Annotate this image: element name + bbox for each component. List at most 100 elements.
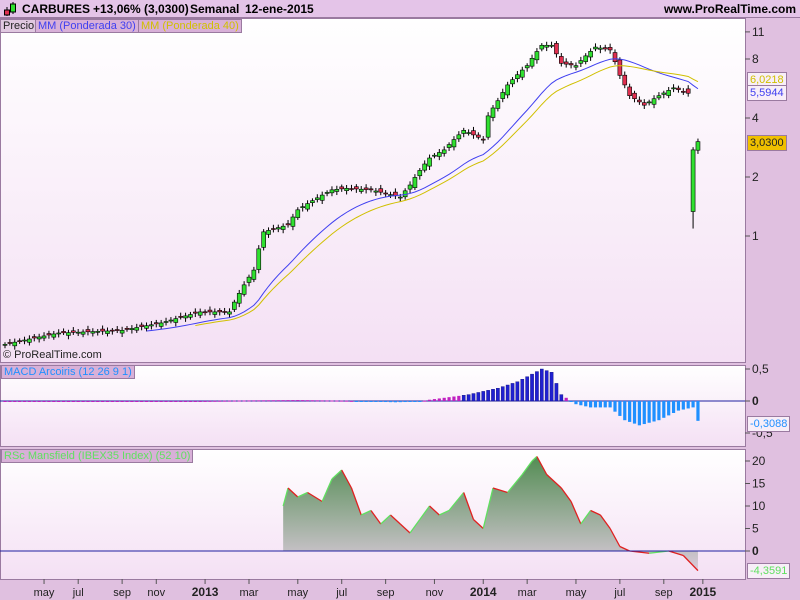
candle [285, 223, 291, 226]
candle [51, 333, 57, 338]
macd-bar [174, 401, 178, 402]
macd-bar [296, 400, 300, 402]
candle [681, 91, 686, 93]
macd-bar [330, 400, 334, 402]
macd-bar [91, 401, 95, 402]
price-value: 3,0300 [747, 135, 787, 151]
macd-bar [237, 400, 241, 402]
candle [178, 316, 183, 318]
candle [119, 330, 125, 334]
candle [144, 325, 149, 329]
candle [66, 332, 71, 336]
candle [534, 51, 540, 61]
candle [510, 79, 515, 85]
candle [476, 134, 481, 138]
macd-bar [227, 400, 232, 402]
macd-bar [183, 401, 188, 402]
candle [173, 318, 179, 323]
macd-bar [325, 400, 329, 402]
candle [193, 311, 198, 314]
macd-bar [442, 397, 446, 401]
macd-bar [476, 392, 481, 402]
macd-bar [52, 401, 56, 402]
candle [275, 227, 281, 230]
macd-bar [544, 370, 549, 402]
candle [246, 276, 252, 283]
candle [12, 341, 18, 347]
macd-bar [540, 368, 544, 402]
macd-bar [81, 401, 85, 402]
macd-bar [662, 401, 666, 418]
candle [227, 311, 232, 315]
x-tick-label: sep [655, 587, 673, 599]
macd-bar [496, 388, 500, 402]
candle [627, 86, 632, 96]
macd-bar [491, 389, 495, 402]
macd-bar [169, 401, 173, 402]
macd-bar [500, 386, 505, 402]
candle [505, 84, 510, 96]
price-tick-label: 2 [752, 170, 759, 184]
macd-bar [696, 401, 700, 421]
candle [358, 188, 364, 192]
legend-ma30[interactable]: MM (Ponderada 30) [35, 19, 139, 33]
macd-bar [159, 401, 163, 402]
candle [56, 332, 61, 335]
macd-bar [613, 401, 617, 412]
macd-bar [423, 400, 427, 402]
candle [573, 65, 579, 68]
candle [500, 92, 506, 99]
legend-macd[interactable]: MACD Arcoiris (12 26 9 1) [1, 365, 135, 379]
macd-bar [120, 401, 124, 402]
macd-bar [681, 401, 685, 410]
macd-bar [574, 401, 578, 405]
legend-rsc[interactable]: RSc Mansfield (IBEX35 Index) (52 10) [1, 449, 194, 463]
macd-bar [686, 401, 690, 409]
macd-bar [101, 401, 105, 402]
macd-bar [13, 401, 17, 402]
x-tick-label: may [34, 587, 55, 599]
macd-bar [61, 401, 66, 402]
macd-bar [305, 400, 310, 402]
candle [27, 338, 32, 343]
price-pane [0, 18, 746, 363]
rsc-tick-label: 0 [752, 544, 759, 558]
macd-bar [403, 401, 407, 403]
candle [344, 188, 349, 191]
candle [397, 196, 403, 199]
macd-bar [608, 401, 612, 408]
macd-bar [461, 395, 466, 402]
candle [139, 324, 144, 327]
macd-bar [364, 401, 368, 402]
candle [183, 315, 188, 319]
rsc-tick-label: 15 [752, 477, 766, 491]
macd-bar [520, 379, 525, 402]
macd-bar [505, 384, 510, 402]
legend-ma40[interactable]: MM (Ponderada 40) [138, 19, 242, 33]
macd-bar [188, 401, 193, 402]
x-tick-label: nov [147, 587, 165, 599]
macd-bar [110, 401, 114, 402]
macd-bar [76, 401, 80, 402]
macd-bar [510, 383, 515, 402]
macd-bar [130, 401, 134, 402]
candle [407, 184, 413, 190]
macd-bar [154, 401, 158, 402]
macd-bar [262, 400, 266, 402]
price-tick-label: 4 [752, 111, 759, 125]
macd-bar [345, 400, 349, 402]
candle [422, 163, 427, 171]
candle [656, 95, 662, 99]
candle [36, 336, 42, 340]
candle [134, 327, 140, 331]
legend-price[interactable]: Precio [0, 19, 38, 33]
macd-bar [125, 401, 129, 402]
rsc-tick-label: 5 [752, 522, 759, 536]
candle [95, 331, 101, 333]
macd-bar [481, 391, 486, 402]
x-tick-label: mar [240, 587, 259, 599]
macd-bar [471, 393, 476, 402]
macd-bar [457, 395, 461, 401]
candle [319, 194, 325, 201]
candle [236, 293, 242, 304]
